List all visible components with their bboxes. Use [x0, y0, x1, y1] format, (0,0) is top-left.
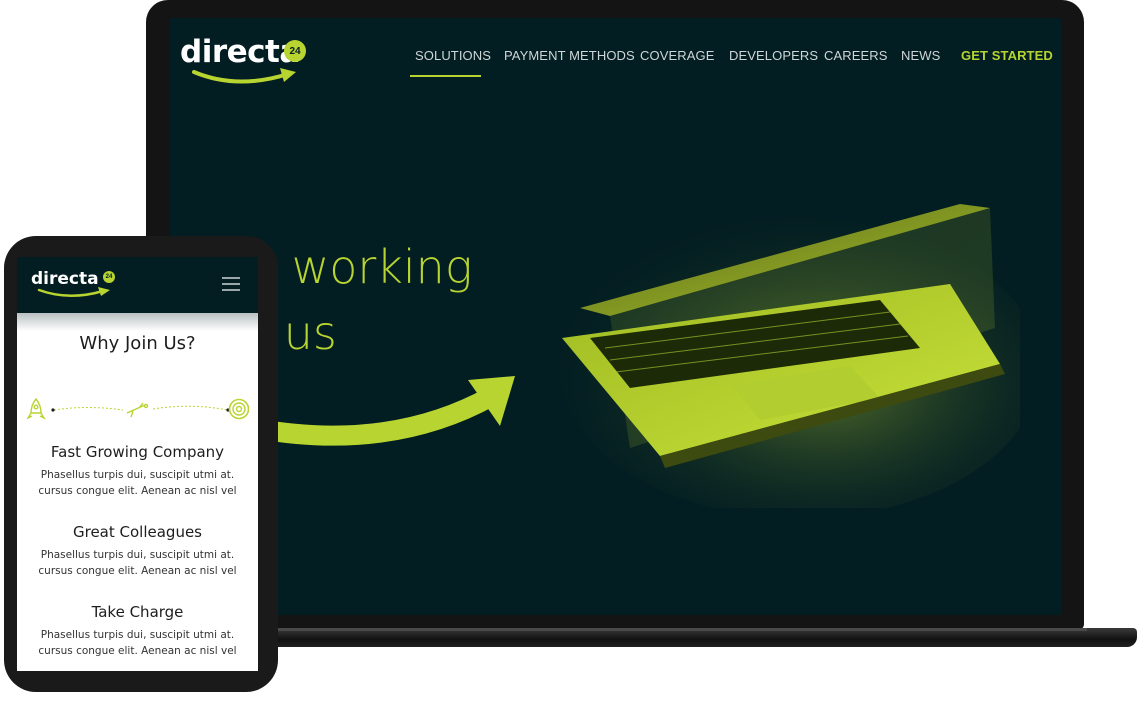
feature-text-line1: Phasellus turpis dui, suscipit utmi at.: [40, 549, 235, 561]
feature-great-colleagues: Great Colleagues Phasellus turpis dui, s…: [17, 523, 258, 579]
nav-developers[interactable]: DEVELOPERS: [729, 48, 818, 63]
nav-solutions[interactable]: SOLUTIONS: [415, 48, 491, 63]
rocket-icon: [27, 397, 46, 420]
desktop-site: directa 24 SOLUTIONS PAYMENT METHODS COV…: [170, 18, 1061, 615]
feature-title: Fast Growing Company: [50, 443, 225, 461]
feature-text-line1: Phasellus turpis dui, suscipit utmi at.: [40, 469, 235, 481]
nav-careers[interactable]: CAREERS: [824, 48, 888, 63]
target-icon: [228, 398, 249, 420]
hamburger-icon[interactable]: [222, 277, 240, 291]
header-shadow: [17, 313, 258, 331]
feature-fast-growing: Fast Growing Company Phasellus turpis du…: [17, 443, 258, 499]
site-header: directa 24 SOLUTIONS PAYMENT METHODS COV…: [170, 18, 1061, 98]
logo-swoosh-icon: [192, 68, 296, 84]
feature-text-line2: cursus congue elit. Aenean ac nisl vel: [38, 565, 237, 577]
glowing-laptop-image: [560, 204, 1020, 508]
feature-title: Take Charge: [91, 603, 184, 621]
feature-take-charge: Take Charge Phasellus turpis dui, suscip…: [17, 603, 258, 659]
feature-text-line1: Phasellus turpis dui, suscipit utmi at.: [40, 629, 235, 641]
logo-badge: 24: [284, 40, 306, 62]
feature-text-line2: cursus congue elit. Aenean ac nisl vel: [38, 645, 237, 657]
feature-text-line2: cursus congue elit. Aenean ac nisl vel: [38, 485, 237, 497]
nav-coverage[interactable]: COVERAGE: [640, 48, 714, 63]
plane-icon: [126, 402, 149, 418]
nav-payment-methods[interactable]: PAYMENT METHODS: [504, 48, 635, 63]
mobile-logo-badge: 24: [103, 271, 115, 283]
section-title: Why Join Us?: [79, 333, 196, 354]
mobile-logo-swoosh-icon: [37, 287, 110, 297]
nav-news[interactable]: NEWS: [901, 48, 940, 63]
feature-title: Great Colleagues: [72, 523, 202, 541]
laptop-base: [252, 628, 1137, 647]
site-logo[interactable]: directa 24: [180, 34, 310, 88]
nav-get-started[interactable]: GET STARTED: [961, 48, 1053, 63]
mobile-header: directa 24: [17, 257, 258, 313]
journey-illustration: [27, 397, 249, 420]
mobile-logo[interactable]: directa 24: [31, 269, 131, 303]
nav-active-indicator: [410, 75, 481, 77]
mobile-site: directa 24 Why Join Us? Fast Growing Com…: [17, 257, 258, 671]
